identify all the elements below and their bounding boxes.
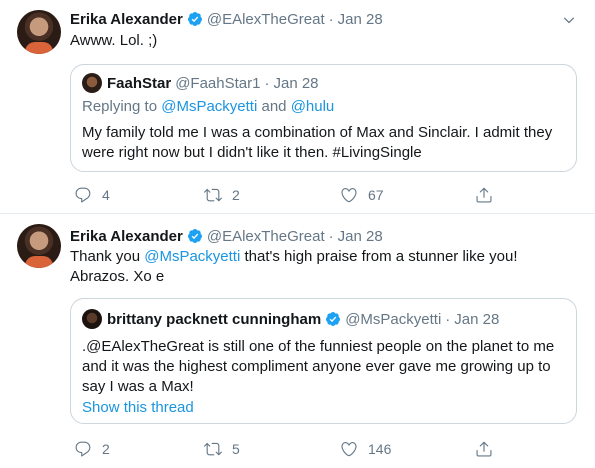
tweet-date[interactable]: Jan 28 bbox=[338, 11, 383, 28]
reply-icon bbox=[75, 187, 91, 203]
verified-badge-icon bbox=[326, 312, 341, 326]
quoted-author-handle: @FaahStar1 bbox=[175, 74, 261, 92]
author-name[interactable]: Erika Alexander bbox=[70, 228, 183, 245]
quoted-author-handle: @MsPackyetti bbox=[345, 310, 442, 328]
like-button[interactable]: 67 bbox=[340, 186, 384, 204]
quoted-tweet-header: FaahStar @FaahStar1 · Jan 28 bbox=[82, 73, 319, 93]
mention-link[interactable]: @MsPackyetti bbox=[144, 248, 240, 265]
retweet-icon bbox=[204, 188, 222, 202]
tweet-text-part: Thank you bbox=[70, 248, 145, 265]
tweet-header: Erika Alexander @EAlexTheGreat · Jan 28 bbox=[70, 226, 383, 246]
retweet-count: 5 bbox=[232, 441, 240, 457]
quoted-tweet-header: brittany packnett cunningham @MsPackyett… bbox=[82, 309, 499, 329]
retweet-button[interactable]: 5 bbox=[204, 440, 240, 458]
like-count: 67 bbox=[368, 187, 384, 203]
verified-badge-icon bbox=[187, 229, 202, 243]
quoted-avatar bbox=[82, 309, 102, 329]
heart-icon bbox=[341, 188, 357, 203]
replying-user-link[interactable]: @hulu bbox=[291, 98, 335, 115]
separator-dot: · bbox=[328, 227, 334, 245]
replying-user-link[interactable]: @MsPackyetti bbox=[161, 98, 257, 115]
like-button[interactable]: 146 bbox=[340, 440, 391, 458]
verified-badge-icon bbox=[187, 12, 202, 26]
tweet-text: Thank you @MsPackyetti that's high prais… bbox=[70, 247, 540, 287]
quoted-avatar bbox=[82, 73, 102, 93]
retweet-button[interactable]: 2 bbox=[204, 186, 240, 204]
heart-icon bbox=[341, 442, 357, 457]
quoted-author-name: FaahStar bbox=[107, 74, 172, 92]
quoted-tweet-text: My family told me I was a combination of… bbox=[82, 124, 553, 161]
replying-and: and bbox=[261, 98, 287, 115]
quoted-tweet[interactable]: brittany packnett cunningham @MsPackyett… bbox=[70, 298, 577, 424]
quoted-author-name: brittany packnett cunningham bbox=[107, 310, 322, 328]
avatar[interactable] bbox=[17, 224, 61, 268]
replying-to: Replying to @MsPackyetti and @hulu bbox=[82, 97, 334, 117]
tweet-text: Awww. Lol. ;) bbox=[70, 32, 158, 49]
tweet-date[interactable]: Jan 28 bbox=[338, 228, 383, 245]
reply-button[interactable]: 4 bbox=[74, 186, 110, 204]
quoted-tweet-text: .@EAlexTheGreat is still one of the funn… bbox=[82, 338, 555, 395]
reply-count: 4 bbox=[102, 187, 110, 203]
retweet-icon bbox=[204, 442, 222, 456]
reply-button[interactable]: 2 bbox=[74, 440, 110, 458]
like-count: 146 bbox=[368, 441, 392, 457]
replying-prefix: Replying to bbox=[82, 98, 158, 115]
tweet-actions: 2 5 146 bbox=[70, 440, 520, 460]
share-icon bbox=[476, 187, 492, 203]
separator-dot: · bbox=[445, 310, 451, 328]
retweet-count: 2 bbox=[232, 187, 240, 203]
separator-dot: · bbox=[328, 10, 334, 28]
avatar[interactable] bbox=[17, 10, 61, 54]
author-handle[interactable]: @EAlexTheGreat bbox=[207, 228, 325, 245]
author-name[interactable]: Erika Alexander bbox=[70, 11, 183, 28]
tweet-header: Erika Alexander @EAlexTheGreat · Jan 28 bbox=[70, 9, 383, 29]
reply-count: 2 bbox=[102, 441, 110, 457]
reply-icon bbox=[75, 441, 91, 457]
share-icon bbox=[476, 441, 492, 457]
quoted-tweet[interactable]: FaahStar @FaahStar1 · Jan 28 Replying to… bbox=[70, 64, 577, 172]
share-button[interactable] bbox=[475, 440, 503, 458]
show-thread-link[interactable]: Show this thread bbox=[82, 398, 194, 418]
more-options-chevron-icon[interactable] bbox=[559, 10, 579, 30]
tweet-actions: 4 2 67 bbox=[70, 186, 520, 206]
quoted-tweet-date: Jan 28 bbox=[273, 74, 319, 92]
separator-dot: · bbox=[264, 74, 270, 92]
author-handle[interactable]: @EAlexTheGreat bbox=[207, 11, 325, 28]
share-button[interactable] bbox=[475, 186, 503, 204]
tweet[interactable]: Erika Alexander @EAlexTheGreat · Jan 28 … bbox=[0, 214, 595, 468]
quoted-tweet-date: Jan 28 bbox=[454, 310, 500, 328]
tweet[interactable]: Erika Alexander @EAlexTheGreat · Jan 28 … bbox=[0, 0, 595, 214]
